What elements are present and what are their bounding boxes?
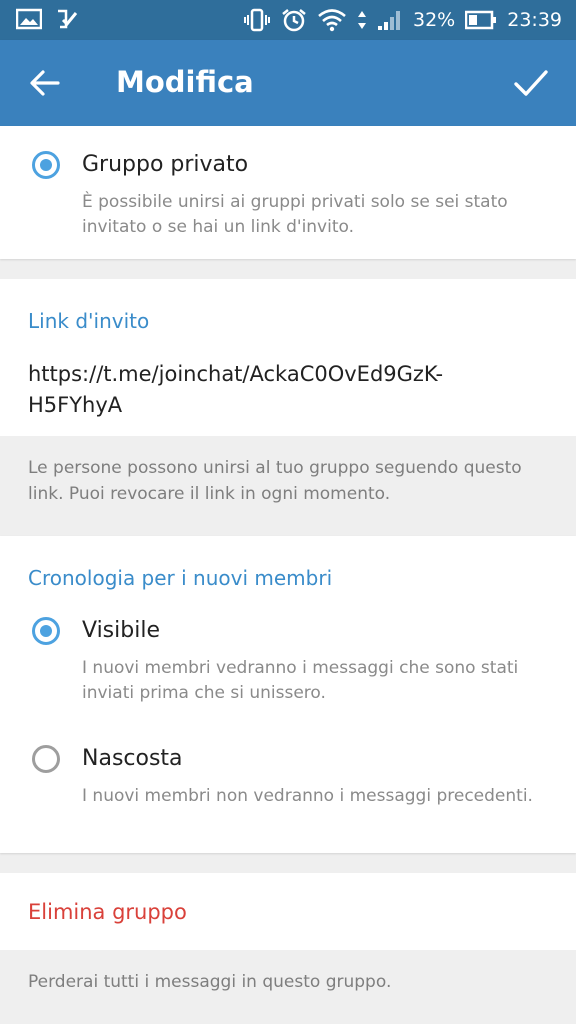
clock: 23:39 (507, 9, 562, 31)
group-type-card: Gruppo privato È possibile unirsi ai gru… (0, 126, 576, 259)
vibrate-icon (244, 8, 270, 32)
status-bar: 32% 23:39 (0, 0, 576, 40)
battery-percent: 32% (413, 9, 456, 31)
history-hidden-description: I nuovi membri non vedranno i messaggi p… (82, 786, 533, 806)
radio-private-group[interactable] (32, 151, 60, 179)
history-header: Cronologia per i nuovi membri (28, 566, 333, 590)
history-visible-label[interactable]: Visibile (82, 616, 160, 646)
signal-icon (378, 11, 400, 30)
history-card: Cronologia per i nuovi membri Visibile I… (0, 536, 576, 853)
page-title: Modifica (116, 65, 254, 99)
history-hidden-label[interactable]: Nascosta (82, 744, 183, 774)
invite-link-card: Link d'invito https://t.me/joinchat/Acka… (0, 279, 576, 436)
app-toolbar: Modifica (0, 40, 576, 126)
battery-icon (465, 10, 497, 30)
delete-group-card: Elimina gruppo (0, 873, 576, 950)
invite-link-line-1[interactable]: https://t.me/joinchat/AckaC0OvEd9GzK- (28, 359, 528, 389)
history-visible-description: I nuovi membri vedranno i messaggi che s… (82, 658, 519, 703)
private-group-description: È possibile unirsi ai gruppi privati sol… (82, 192, 508, 237)
wifi-icon (318, 9, 346, 32)
data-arrows-icon (358, 11, 366, 29)
gallery-notification-icon (16, 8, 42, 30)
status-right-icons: 32% 23:39 (243, 8, 562, 32)
status-left-icons (16, 8, 78, 30)
check-notification-icon (58, 9, 78, 29)
back-arrow-icon[interactable] (28, 66, 62, 100)
invite-link-line-2[interactable]: H5FYhyA (28, 390, 528, 420)
delete-group-note: Perderai tutti i messaggi in questo grup… (28, 972, 392, 992)
delete-group-button[interactable]: Elimina gruppo (28, 897, 187, 927)
done-check-icon[interactable] (512, 64, 550, 102)
radio-history-hidden[interactable] (32, 745, 60, 773)
invite-link-note: Le persone possono unirsi al tuo gruppo … (28, 458, 522, 504)
invite-link-header: Link d'invito (28, 309, 150, 333)
private-group-label[interactable]: Gruppo privato (82, 150, 248, 180)
radio-history-visible[interactable] (32, 617, 60, 645)
alarm-icon (282, 9, 306, 32)
